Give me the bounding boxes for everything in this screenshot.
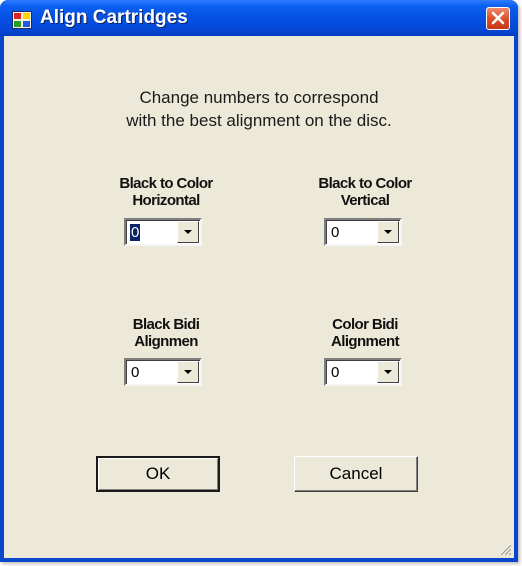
label-line-2: Vertical [340,192,390,209]
label-line-1: Black Bidi [132,316,200,333]
ok-button[interactable]: OK [96,456,220,492]
label-line-1: Black to Color [318,175,412,192]
instruction-line-2: with the best alignment on the disc. [126,111,392,130]
combo-value[interactable]: 0 [330,364,340,381]
label-black-to-color-horizontal: Black to Color Horizontal [86,175,246,209]
chevron-down-icon [384,370,392,374]
black-bidi-alignment-combo[interactable]: 0 [124,358,202,386]
window-title: Align Cartridges [40,7,188,28]
close-icon [491,11,505,25]
app-icon [12,11,32,29]
combo-value[interactable]: 0 [130,364,140,381]
label-black-to-color-vertical: Black to Color Vertical [285,175,445,209]
label-color-bidi-alignment: Color Bidi Alignment [285,316,445,350]
label-line-1: Color Bidi [332,316,398,333]
dropdown-button[interactable] [177,361,199,383]
dropdown-button[interactable] [177,221,199,243]
combo-value[interactable]: 0 [330,224,340,241]
dropdown-button[interactable] [377,361,399,383]
instruction-line-1: Change numbers to correspond [139,88,379,107]
color-bidi-alignment-combo[interactable]: 0 [324,358,402,386]
instruction-text: Change numbers to correspond with the be… [4,86,514,132]
label-line-2: Alignmen [134,333,198,350]
label-line-2: Alignment [331,333,400,350]
cancel-button[interactable]: Cancel [294,456,418,492]
dropdown-button[interactable] [377,221,399,243]
black-to-color-horizontal-combo[interactable]: 0 [124,218,202,246]
dialog-body: Change numbers to correspond with the be… [4,36,514,558]
chevron-down-icon [184,230,192,234]
label-line-2: Horizontal [132,192,200,209]
label-black-bidi-alignment: Black Bidi Alignmen [86,316,246,350]
black-to-color-vertical-combo[interactable]: 0 [324,218,402,246]
combo-value[interactable]: 0 [130,224,141,241]
chevron-down-icon [384,230,392,234]
title-bar[interactable]: Align Cartridges [0,0,518,36]
close-button[interactable] [486,7,510,30]
label-line-1: Black to Color [119,175,213,192]
dialog-window: Align Cartridges Change numbers to corre… [0,0,518,562]
resize-grip-icon[interactable] [496,540,512,556]
chevron-down-icon [184,370,192,374]
